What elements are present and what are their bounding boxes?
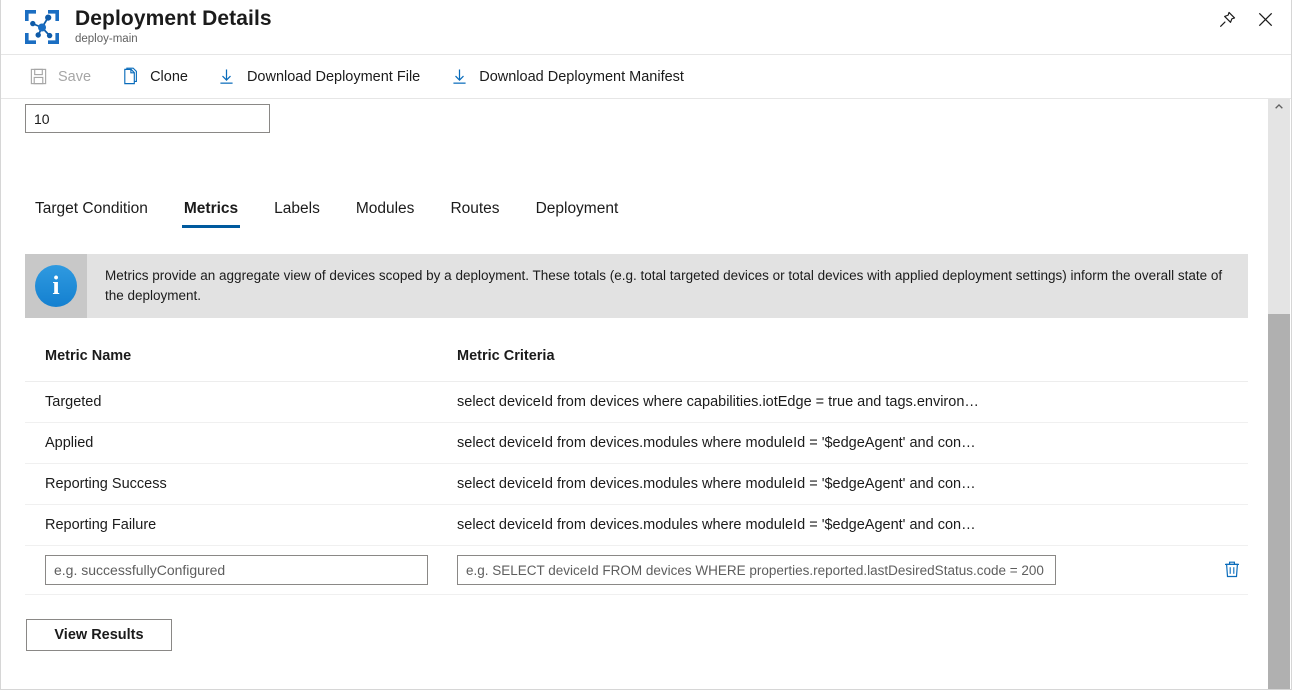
info-banner: i Metrics provide an aggregate view of d…: [25, 254, 1248, 318]
pin-button[interactable]: [1211, 5, 1243, 37]
pin-icon: [1218, 10, 1237, 32]
priority-field-label: Priority (optional): [25, 99, 1269, 100]
header-title-block: Deployment Details deploy-main: [75, 7, 272, 47]
new-metric-name-cell: [25, 546, 437, 595]
metric-criteria-cell: select deviceId from devices where capab…: [437, 382, 1197, 423]
metric-name-cell: Reporting Success: [25, 464, 437, 505]
table-row-new-metric: [25, 546, 1248, 595]
vertical-scrollbar[interactable]: [1268, 99, 1290, 689]
save-disk-icon: [27, 66, 49, 88]
row-action-cell: [1197, 505, 1248, 546]
chevron-up-icon: [1274, 99, 1284, 117]
table-row: Reporting Success select deviceId from d…: [25, 464, 1248, 505]
tab-bar: Target Condition Metrics Labels Modules …: [25, 188, 1269, 228]
command-toolbar: Save Clone Download Deployment File: [1, 55, 1291, 99]
column-header-actions: [1197, 348, 1248, 382]
save-button[interactable]: Save: [23, 60, 103, 94]
tab-labels[interactable]: Labels: [262, 200, 332, 228]
copy-pages-icon: [119, 66, 141, 88]
download-deployment-file-button[interactable]: Download Deployment File: [212, 60, 432, 94]
new-metric-criteria-input[interactable]: [457, 555, 1056, 585]
metric-name-cell: Targeted: [25, 382, 437, 423]
info-circle-icon: i: [35, 265, 77, 307]
info-banner-text: Metrics provide an aggregate view of dev…: [87, 254, 1248, 318]
tab-modules[interactable]: Modules: [344, 200, 427, 228]
scroll-content: Priority (optional) Target Condition Met…: [1, 99, 1269, 651]
deployment-details-panel: Deployment Details deploy-main: [0, 0, 1292, 690]
column-header-metric-name: Metric Name: [25, 348, 437, 382]
column-header-metric-criteria: Metric Criteria: [437, 348, 1197, 382]
clone-button[interactable]: Clone: [115, 60, 200, 94]
panel-header: Deployment Details deploy-main: [1, 0, 1291, 55]
new-metric-action-cell: [1197, 546, 1248, 595]
download-deployment-manifest-label: Download Deployment Manifest: [479, 69, 684, 85]
scroll-up-button[interactable]: [1268, 99, 1290, 117]
window-actions: [1211, 5, 1281, 37]
metric-criteria-cell: select deviceId from devices.modules whe…: [437, 505, 1197, 546]
metric-name-cell: Reporting Failure: [25, 505, 437, 546]
page-title: Deployment Details: [75, 7, 272, 31]
metric-criteria-cell: select deviceId from devices.modules whe…: [437, 464, 1197, 505]
save-label: Save: [58, 69, 91, 85]
metrics-table: Metric Name Metric Criteria Targeted sel…: [25, 348, 1248, 595]
download-arrow-icon: [216, 66, 238, 88]
close-icon: [1256, 10, 1275, 32]
scrollbar-thumb[interactable]: [1268, 314, 1290, 689]
download-deployment-file-label: Download Deployment File: [247, 69, 420, 85]
info-icon-cell: i: [25, 254, 87, 318]
trash-icon: [1222, 559, 1242, 582]
view-results-button[interactable]: View Results: [26, 619, 172, 651]
table-header-row: Metric Name Metric Criteria: [25, 348, 1248, 382]
panel-body: Priority (optional) Target Condition Met…: [1, 99, 1291, 688]
table-row: Applied select deviceId from devices.mod…: [25, 423, 1248, 464]
priority-input[interactable]: [25, 104, 270, 133]
table-row: Reporting Failure select deviceId from d…: [25, 505, 1248, 546]
clone-label: Clone: [150, 69, 188, 85]
tab-routes[interactable]: Routes: [438, 200, 511, 228]
delete-metric-button[interactable]: [1217, 555, 1247, 585]
metric-name-cell: Applied: [25, 423, 437, 464]
row-action-cell: [1197, 382, 1248, 423]
row-action-cell: [1197, 423, 1248, 464]
close-button[interactable]: [1249, 5, 1281, 37]
download-deployment-manifest-button[interactable]: Download Deployment Manifest: [444, 60, 696, 94]
tab-target-condition[interactable]: Target Condition: [23, 200, 160, 228]
row-action-cell: [1197, 464, 1248, 505]
new-metric-name-input[interactable]: [45, 555, 428, 585]
tab-deployment[interactable]: Deployment: [524, 200, 631, 228]
iot-edge-deployment-icon: [23, 8, 61, 46]
download-arrow-icon: [448, 66, 470, 88]
table-row: Targeted select deviceId from devices wh…: [25, 382, 1248, 423]
tab-metrics[interactable]: Metrics: [172, 200, 250, 228]
metric-criteria-cell: select deviceId from devices.modules whe…: [437, 423, 1197, 464]
new-metric-criteria-cell: [437, 546, 1197, 595]
page-subtitle: deploy-main: [75, 32, 272, 47]
